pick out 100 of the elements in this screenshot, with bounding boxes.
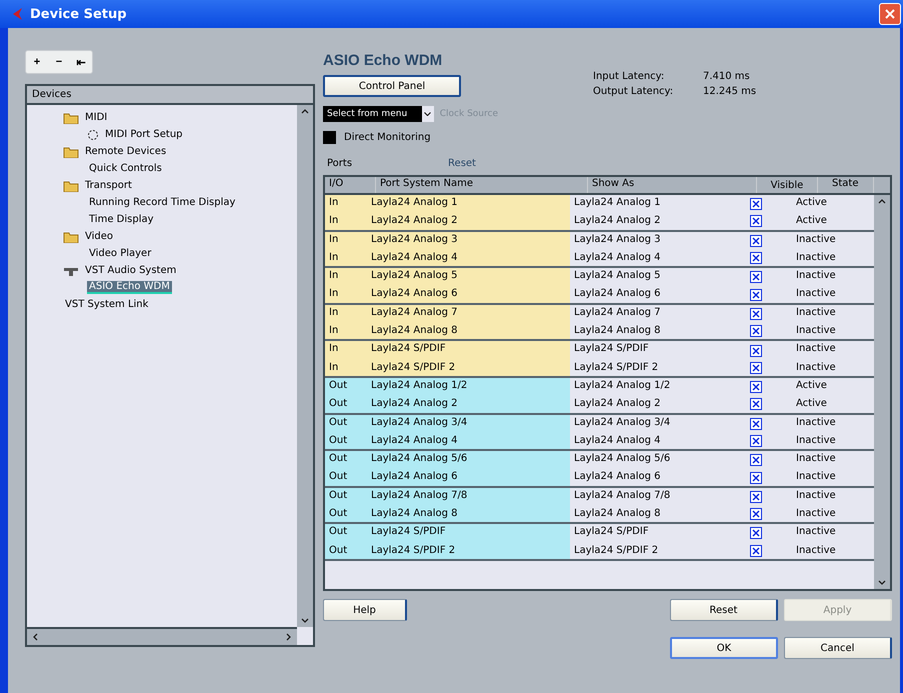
visible-checkbox[interactable] — [750, 325, 762, 338]
horizontal-scrollbar[interactable] — [27, 627, 297, 645]
tree-item[interactable]: MIDI Port Setup — [103, 129, 185, 140]
table-cell-text: Inactive — [795, 452, 837, 466]
table-cell-text: Inactive — [795, 525, 837, 540]
tree-item[interactable]: VST System Link — [63, 299, 150, 310]
visible-checkbox[interactable] — [750, 381, 762, 394]
table-cell: In — [325, 213, 367, 230]
table-cell-text: Layla24 Analog 4 — [573, 250, 662, 265]
table-cell-text: Layla24 Analog 3 — [573, 232, 662, 247]
reset-button[interactable]: Reset — [670, 599, 778, 621]
table-cell-text: Layla24 S/PDIF 2 — [573, 544, 660, 558]
table-cell-text: Layla24 Analog 8 — [573, 324, 662, 338]
tree-item[interactable]: MIDI — [83, 112, 110, 123]
table-cell-text: Layla24 Analog 4 — [573, 434, 662, 448]
table-cell: Layla24 Analog 6 — [367, 469, 570, 486]
visible-checkbox[interactable] — [750, 490, 762, 503]
table-cell-text: Active — [795, 378, 828, 393]
tree-item[interactable]: ASIO Echo WDM — [87, 281, 172, 294]
tree-item[interactable]: Running Record Time Display — [87, 197, 238, 208]
table-cell: Layla24 Analog 3/4 — [367, 414, 570, 433]
clock-dropdown[interactable]: Select from menu — [323, 106, 434, 122]
table-cell: In — [325, 286, 367, 303]
table-cell: Out — [325, 432, 367, 450]
visible-checkbox[interactable] — [750, 508, 762, 520]
table-cell-text: Layla24 Analog 6 — [573, 287, 662, 302]
visible-checkbox[interactable] — [750, 234, 762, 247]
close-button[interactable] — [879, 3, 901, 25]
table-cell: Out — [325, 414, 367, 433]
window-title: Device Setup — [30, 6, 128, 22]
visible-checkbox[interactable] — [750, 544, 762, 557]
table-cell-text: Inactive — [795, 306, 837, 320]
visible-checkbox[interactable] — [750, 344, 762, 357]
visible-checkbox[interactable] — [750, 288, 762, 301]
visible-checkbox[interactable] — [750, 362, 762, 374]
help-button[interactable]: Help — [323, 599, 407, 621]
cancel-button[interactable]: Cancel — [784, 637, 892, 659]
control-panel-button[interactable]: Control Panel — [323, 75, 461, 97]
ok-button[interactable]: OK — [670, 637, 778, 659]
visible-checkbox[interactable] — [750, 454, 762, 466]
table-cell-text: Layla24 Analog 5/6 — [573, 452, 672, 466]
tree-item[interactable]: Video Player — [87, 248, 154, 259]
table-cell-text: Layla24 Analog 3/4 — [573, 416, 672, 430]
tree-item[interactable]: Transport — [83, 180, 134, 191]
table-cell: Layla24 Analog 7 — [367, 304, 570, 324]
table-cell: In — [325, 341, 367, 360]
visible-checkbox[interactable] — [750, 198, 762, 210]
table-cell: In — [325, 323, 367, 340]
visible-checkbox[interactable] — [750, 215, 762, 228]
vertical-scrollbar[interactable] — [874, 195, 890, 589]
visible-checkbox[interactable] — [750, 418, 762, 430]
tree-item[interactable]: Video — [83, 231, 116, 242]
visible-checkbox[interactable] — [750, 527, 762, 540]
column-header[interactable]: I/O — [325, 177, 376, 193]
table-cell-text: Active — [795, 196, 828, 210]
folder-icon — [63, 230, 79, 242]
table-cell: Layla24 Analog 1/2 — [367, 378, 570, 396]
table-cell: Layla24 Analog 1 — [367, 195, 570, 214]
column-header[interactable]: Port System Name — [376, 177, 588, 193]
table-cell-text: Active — [795, 397, 828, 412]
table-cell-text: Inactive — [795, 232, 837, 247]
toolbar-button[interactable]: + — [26, 51, 48, 73]
table-cell: In — [325, 304, 367, 324]
tree-item[interactable]: Time Display — [87, 214, 156, 225]
close-icon — [884, 8, 896, 20]
table-cell-text: Layla24 Analog 2 — [573, 214, 662, 228]
visible-checkbox[interactable] — [750, 435, 762, 447]
table-cell: Layla24 S/PDIF 2 — [367, 542, 570, 559]
visible-checkbox[interactable] — [750, 398, 762, 410]
toolbar-button[interactable]: − — [48, 51, 70, 73]
direct-monitoring-checkbox[interactable] — [323, 131, 336, 144]
table-cell-text: Inactive — [795, 507, 837, 522]
table-cell: Out — [325, 524, 367, 543]
tree-item[interactable]: Remote Devices — [83, 146, 168, 157]
table-cell: Layla24 Analog 8 — [367, 506, 570, 522]
table-cell: Layla24 Analog 5/6 — [367, 451, 570, 470]
column-header[interactable]: State — [818, 177, 874, 193]
table-cell: Layla24 Analog 7/8 — [367, 488, 570, 506]
tree-item[interactable]: VST Audio System — [83, 265, 178, 276]
tree-item[interactable]: Quick Controls — [87, 163, 164, 174]
table-cell: Out — [325, 378, 367, 396]
table-cell-text: Inactive — [795, 287, 837, 302]
toolbar-button[interactable]: ⇤ — [70, 51, 92, 73]
visible-checkbox[interactable] — [750, 252, 762, 264]
table-cell-text: Layla24 Analog 8 — [573, 507, 662, 522]
reset-link[interactable]: Reset — [448, 158, 476, 169]
table-cell-text: Layla24 Analog 1 — [573, 196, 662, 210]
table-cell: In — [325, 250, 367, 266]
table-cell: Layla24 Analog 5 — [367, 268, 570, 286]
vertical-scrollbar[interactable] — [297, 105, 313, 627]
table-cell: Out — [325, 506, 367, 522]
visible-checkbox[interactable] — [750, 472, 762, 484]
table-cell-text: Inactive — [795, 434, 837, 448]
table-cell: Layla24 Analog 2 — [367, 396, 570, 413]
column-header[interactable]: Show As — [588, 177, 757, 193]
visible-checkbox[interactable] — [750, 308, 762, 320]
visible-checkbox[interactable] — [750, 271, 762, 284]
table-cell-text: Inactive — [795, 416, 837, 430]
folder-icon — [63, 112, 79, 124]
column-header[interactable]: Visible — [757, 177, 818, 193]
